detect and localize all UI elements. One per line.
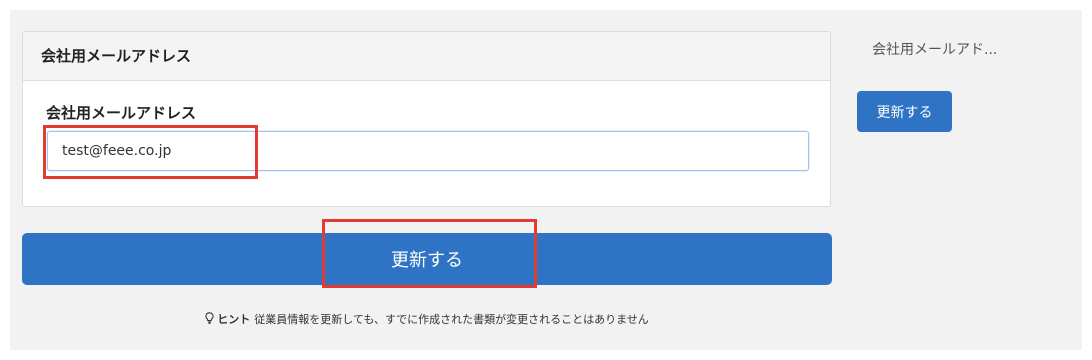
page: 会社用メールアドレス 会社用メールアドレス 更新する ヒント従業員情報を更新して… [0, 0, 1092, 360]
update-button[interactable]: 更新する [22, 233, 832, 285]
sidebar-field-label: 会社用メールアド... [872, 42, 998, 58]
email-field-label: 会社用メールアドレス [46, 104, 197, 122]
email-panel: 会社用メールアドレス 会社用メールアドレス [22, 31, 831, 207]
lightbulb-icon [205, 312, 214, 327]
hint-label: ヒント [217, 313, 251, 326]
hint-text: 従業員情報を更新しても、すでに作成された書類が変更されることはありません [254, 313, 649, 326]
panel-header-title: 会社用メールアドレス [23, 32, 830, 81]
email-field[interactable] [47, 131, 809, 171]
hint-message: ヒント 従業員情報を更新しても、すでに作成された書類が変更されることはありません [0, 311, 854, 327]
sidebar-update-button[interactable]: 更新する [857, 91, 952, 132]
